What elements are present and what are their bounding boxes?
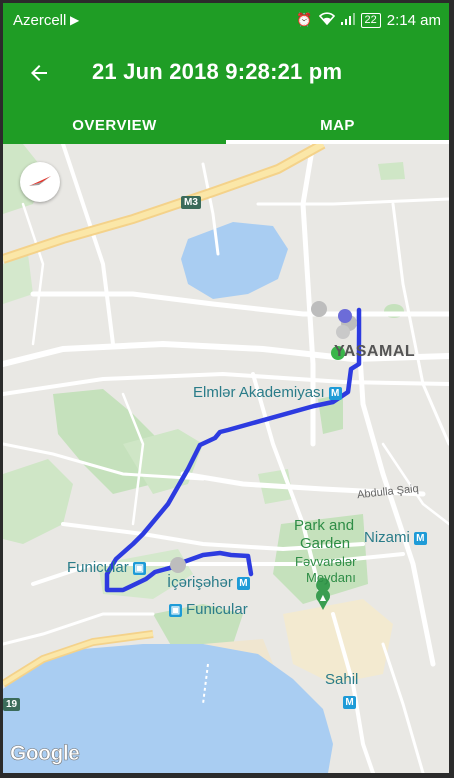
metro-icon: M: [328, 387, 342, 400]
wifi-icon: [318, 12, 335, 28]
map-view[interactable]: ▲ M3 19 YASAMAL Elmlər Akademiyası M Abdu…: [3, 144, 449, 773]
square-label-line2: Meydanı: [306, 570, 356, 585]
tab-bar: OVERVIEW MAP: [3, 109, 449, 144]
alarm-icon: ⏰: [296, 12, 313, 27]
funicular-icon: ▣: [132, 562, 146, 575]
metro-label-nizami: Nizami M: [364, 529, 427, 546]
carrier-name: Azercell: [13, 12, 67, 29]
arrow-left-icon: [31, 65, 47, 81]
app-bar: 21 Jun 2018 9:28:21 pm: [3, 37, 449, 109]
tab-overview[interactable]: OVERVIEW: [3, 109, 226, 144]
compass-button[interactable]: [20, 162, 60, 202]
highway-19-badge: 19: [3, 698, 21, 711]
station-name-funicular-left: Funicular: [67, 559, 129, 576]
metro-icon-sahil: M: [343, 693, 356, 711]
funicular-icon: ▣: [169, 604, 182, 617]
station-name-funicular-bottom: Funicular: [186, 601, 248, 618]
metro-name-elmler: Elmlər Akademiyası: [193, 384, 325, 401]
metro-icon: M: [236, 577, 250, 590]
map-canvas: ▲: [3, 144, 449, 773]
back-button[interactable]: [17, 51, 61, 95]
district-label-yasamal: YASAMAL: [334, 343, 416, 360]
compass-icon: [29, 176, 51, 186]
metro-icon: M: [413, 532, 427, 545]
svg-text:▲: ▲: [320, 593, 327, 602]
park-label-line1: Park and: [294, 517, 355, 534]
metro-name-nizami: Nizami: [364, 529, 410, 546]
station-label-funicular-left: Funicular ▣: [67, 559, 146, 576]
signal-icon: [340, 12, 355, 28]
metro-label-sahil: Sahil: [325, 671, 359, 688]
tab-map[interactable]: MAP: [226, 109, 449, 144]
park-label-line2: Garden: [300, 535, 351, 552]
metro-icon: M: [343, 696, 356, 709]
clock: 2:14 am: [386, 11, 441, 29]
metro-label-elmler: Elmlər Akademiyası M: [193, 384, 342, 401]
carrier-play-icon: ▶: [70, 13, 80, 27]
google-logo: Google: [10, 742, 80, 766]
status-icons: ⏰ 22 2:14 am: [296, 10, 441, 30]
station-label-funicular-bottom: ▣ Funicular: [169, 601, 248, 618]
square-label-line1: Fəvvarələr: [295, 554, 357, 569]
app-screen: Azercell ▶ ⏰ 22 2:14 am 21 Jun 2018 9:28…: [3, 3, 449, 773]
status-bar: Azercell ▶ ⏰ 22 2:14 am: [3, 3, 449, 37]
battery-level: 22: [360, 12, 381, 28]
metro-label-icherisheher: İçərişəhər M: [167, 574, 250, 591]
page-title: 21 Jun 2018 9:28:21 pm: [92, 59, 343, 84]
highway-m3-badge: M3: [181, 196, 201, 209]
metro-name-icherisheher: İçərişəhər: [167, 574, 233, 591]
